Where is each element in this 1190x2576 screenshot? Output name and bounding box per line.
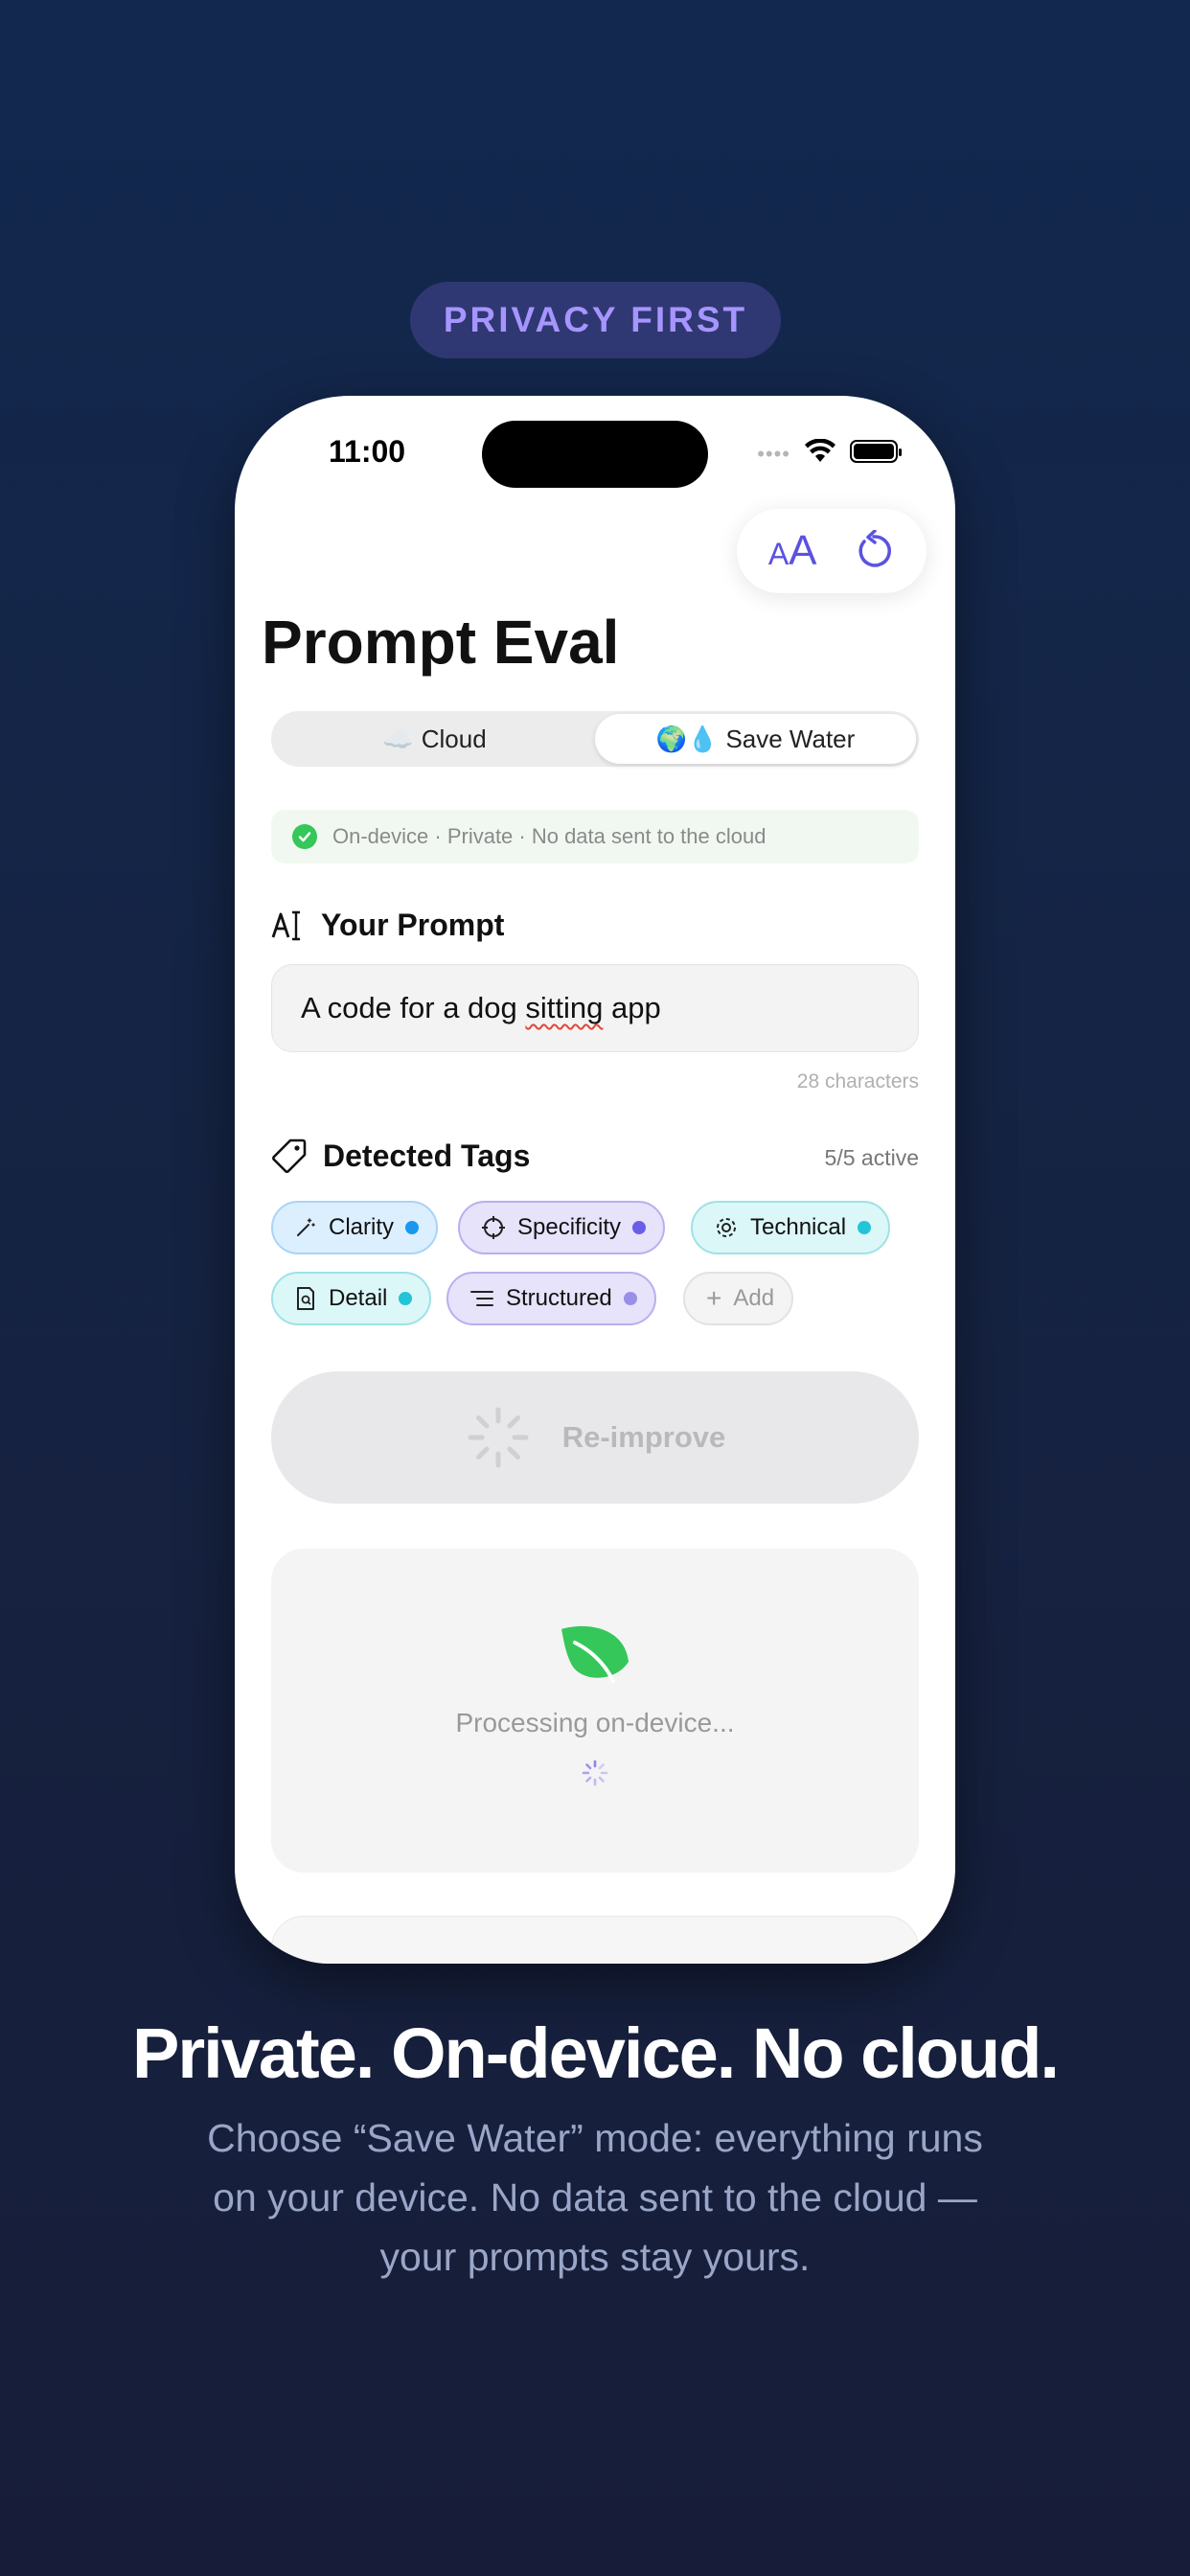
- tag-color-dot: [632, 1221, 647, 1234]
- reimprove-label: Re-improve: [561, 1420, 726, 1454]
- tag-label: Technical: [750, 1214, 847, 1240]
- activity-spinner-icon: [582, 1760, 608, 1786]
- status-time: 11:00: [329, 434, 406, 469]
- plus-icon: +: [706, 1283, 722, 1313]
- mode-save-water-label: Save Water: [725, 724, 856, 753]
- text-cursor-icon: [271, 910, 300, 940]
- privacy-badge: PRIVACY FIRST: [410, 282, 781, 358]
- dynamic-island: [482, 421, 708, 488]
- crosshair-icon: [482, 1216, 505, 1239]
- character-count: 28 characters: [796, 1070, 919, 1092]
- tag-color-dot: [405, 1221, 420, 1234]
- tag-label: Detail: [329, 1285, 388, 1311]
- list-indent-icon: [470, 1291, 493, 1306]
- next-card-partial: [271, 1916, 919, 1964]
- text-size-icon[interactable]: AA: [768, 527, 817, 575]
- tag-label: Clarity: [329, 1214, 395, 1240]
- marketing-headline: Private. On-device. No cloud.: [132, 2013, 1060, 2093]
- mode-cloud-option[interactable]: ☁️ Cloud: [274, 714, 595, 764]
- tags-active-count: 5/5 active: [824, 1145, 919, 1170]
- mode-save-water-option[interactable]: 🌍💧 Save Water: [595, 714, 916, 764]
- mode-segmented-control: ☁️ Cloud 🌍💧 Save Water: [271, 711, 919, 767]
- prompt-input[interactable]: A code for a dog sitting app: [271, 964, 919, 1052]
- add-tag-button[interactable]: + Add: [683, 1272, 794, 1325]
- reimprove-button[interactable]: Re-improve: [271, 1371, 919, 1504]
- tag-color-dot: [399, 1292, 413, 1305]
- tag-chip-clarity[interactable]: Clarity: [271, 1201, 439, 1254]
- signal-icon: ••••: [757, 442, 790, 466]
- marketing-subtext: Choose “Save Water” mode: everything run…: [207, 2116, 983, 2279]
- tag-icon: [272, 1138, 307, 1173]
- processing-text: Processing on-device...: [455, 1708, 735, 1737]
- tag-color-dot: [623, 1292, 637, 1305]
- gear-icon: [717, 1218, 736, 1237]
- privacy-notice: On-device · Private · No data sent to th…: [271, 810, 919, 863]
- prompt-text-after: app: [603, 991, 661, 1024]
- cloud-icon: ☁️: [382, 724, 414, 753]
- tags-header-label: Detected Tags: [323, 1138, 531, 1173]
- tag-chip-specificity[interactable]: Specificity: [458, 1201, 666, 1254]
- top-toolbar: AA: [737, 509, 927, 593]
- tag-color-dot: [858, 1221, 872, 1234]
- battery-icon: [850, 440, 902, 463]
- tags-section-header: Detected Tags: [271, 1138, 530, 1174]
- loading-spinner-icon: [468, 1407, 529, 1468]
- magic-wand-icon: [297, 1218, 315, 1236]
- privacy-notice-text: On-device · Private · No data sent to th…: [332, 824, 767, 848]
- document-search-icon: [297, 1287, 314, 1310]
- phone-frame: 11:00 •••• AA Prompt Eval ☁️ Cloud 🌍💧 Sa…: [235, 396, 955, 1964]
- prompt-section-header: Your Prompt: [271, 908, 504, 943]
- add-tag-label: Add: [733, 1285, 775, 1311]
- prompt-text-before: A code for a dog: [301, 991, 526, 1024]
- processing-card: Processing on-device...: [271, 1549, 919, 1873]
- tag-label: Specificity: [517, 1214, 622, 1240]
- mode-cloud-label: Cloud: [421, 724, 487, 753]
- refresh-icon[interactable]: [853, 530, 895, 572]
- globe-water-icon: 🌍💧: [655, 724, 719, 753]
- tag-chip-detail[interactable]: Detail: [271, 1272, 432, 1325]
- checkmark-icon: [292, 824, 317, 849]
- wifi-icon: [805, 439, 835, 462]
- prompt-header-label: Your Prompt: [321, 908, 505, 942]
- tag-label: Structured: [506, 1285, 612, 1311]
- status-icons: ••••: [757, 436, 902, 467]
- leaf-icon: [561, 1625, 629, 1683]
- prompt-misspelled-word: sitting: [525, 991, 604, 1024]
- tag-chip-structured[interactable]: Structured: [446, 1272, 656, 1325]
- tag-chip-technical[interactable]: Technical: [691, 1201, 891, 1254]
- page-title: Prompt Eval: [262, 608, 620, 677]
